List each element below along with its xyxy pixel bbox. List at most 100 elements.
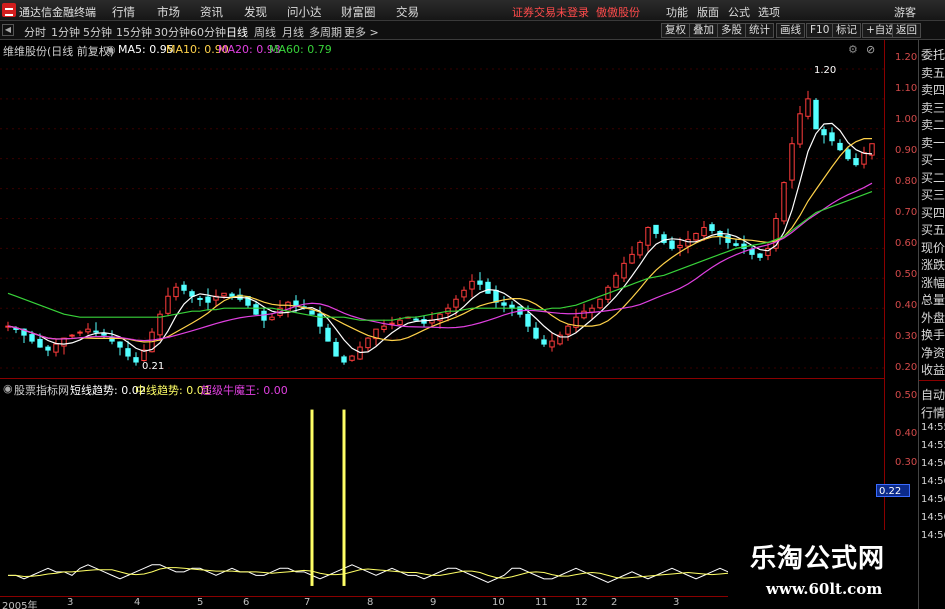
indicator-tick: 0.30 <box>895 457 918 468</box>
period-multi[interactable]: 多周期 <box>309 24 342 40</box>
candle <box>621 256 627 283</box>
period-more[interactable]: 更多 > <box>344 24 379 40</box>
panel-divider <box>919 380 945 381</box>
menu-wealth[interactable]: 财富圈 <box>341 4 376 20</box>
price-tick: 1.00 <box>895 114 918 125</box>
candle <box>437 313 443 329</box>
period-30min[interactable]: 30分钟 <box>154 24 190 40</box>
candle <box>45 344 51 357</box>
tick-time: 14:55 <box>921 440 945 451</box>
period-1min[interactable]: 1分钟 <box>51 24 80 40</box>
price-tick: 0.50 <box>895 269 918 280</box>
candle <box>837 139 843 152</box>
quote-label: 换手 <box>921 328 945 342</box>
candle <box>85 323 91 335</box>
indicator-tick: 0.40 <box>895 428 918 439</box>
guest-label[interactable]: 游客 <box>894 4 916 20</box>
period-60min[interactable]: 60分钟 <box>190 24 226 40</box>
candle <box>229 292 235 300</box>
period-day[interactable]: 日线 <box>226 24 248 40</box>
login-status[interactable]: 证券交易未登录 傲傲股份 <box>512 4 640 20</box>
menu-function[interactable]: 功能 <box>666 4 688 20</box>
menu-ask[interactable]: 问小达 <box>287 4 322 20</box>
stats-button[interactable]: 统计 <box>745 23 774 38</box>
quote-label: 买五 <box>921 223 945 237</box>
quote-label: 收益 <box>921 363 945 377</box>
date-tick: 2 <box>611 597 618 608</box>
quote-label: 卖四 <box>921 83 945 97</box>
tick-time: 14:55 <box>921 422 945 433</box>
quote-label: 现价 <box>921 240 945 255</box>
period-toolbar: ◀ 分时 1分钟 5分钟 15分钟 30分钟 60分钟 日线 周线 月线 多周期… <box>0 21 945 40</box>
candle <box>173 282 179 301</box>
period-15min[interactable]: 15分钟 <box>116 24 152 40</box>
low-price-label: 0.21 <box>142 361 164 372</box>
price-tick: 0.80 <box>895 176 918 187</box>
date-tick: 5 <box>197 597 204 608</box>
candle <box>789 136 795 189</box>
menu-options[interactable]: 选项 <box>758 4 780 20</box>
current-value-tag: 0.22 <box>876 484 910 497</box>
menu-quotes[interactable]: 行情 <box>112 4 135 20</box>
back-arrow-icon[interactable]: ◀ <box>2 24 14 36</box>
return-button[interactable]: 返回 <box>892 23 921 38</box>
menu-market[interactable]: 市场 <box>157 4 180 20</box>
candle <box>461 286 467 302</box>
candle <box>853 153 859 167</box>
overlay-button[interactable]: 叠加 <box>689 23 718 38</box>
price-axis: 1.20 1.10 1.00 0.90 0.80 0.70 0.60 0.50 … <box>884 40 918 596</box>
quote-label: 卖二 <box>921 118 945 132</box>
candle <box>77 330 83 337</box>
date-tick: 10 <box>492 597 505 608</box>
app-logo-icon <box>2 3 16 17</box>
menu-formula[interactable]: 公式 <box>728 4 750 20</box>
candle <box>613 272 619 288</box>
menu-layout[interactable]: 版面 <box>697 4 719 20</box>
f10-button[interactable]: F10 <box>806 23 834 38</box>
candle <box>141 344 147 362</box>
signal-bar <box>310 409 314 586</box>
date-tick: 3 <box>67 597 74 608</box>
candle <box>861 146 867 169</box>
mark-button[interactable]: 标记 <box>832 23 861 38</box>
candle <box>485 278 491 294</box>
auto-quote-label[interactable]: 自动 <box>921 386 945 403</box>
period-week[interactable]: 周线 <box>254 24 276 40</box>
candle <box>445 303 451 322</box>
quote-label: 涨幅 <box>921 275 945 290</box>
candle <box>813 98 819 130</box>
quote-label: 净资 <box>921 345 945 360</box>
period-5min[interactable]: 5分钟 <box>83 24 112 40</box>
quote-label: 外盘 <box>921 310 945 325</box>
multi-stock-button[interactable]: 多股 <box>717 23 746 38</box>
tick-time: 14:56 <box>921 476 945 487</box>
candle <box>829 127 835 146</box>
period-tick[interactable]: 分时 <box>24 24 46 40</box>
menu-trade[interactable]: 交易 <box>396 4 419 20</box>
period-month[interactable]: 月线 <box>282 24 304 40</box>
price-tick: 0.70 <box>895 207 918 218</box>
candle <box>333 338 339 357</box>
auto-quote-label[interactable]: 行情 <box>921 404 945 421</box>
price-tick: 0.40 <box>895 300 918 311</box>
draw-button[interactable]: 画线 <box>776 23 805 38</box>
candle <box>477 272 483 290</box>
candle <box>637 240 643 259</box>
menu-news[interactable]: 资讯 <box>200 4 223 20</box>
kline-chart[interactable]: 维维股份(日线 前复权) ◉ MA5: 0.95 MA10: 0.90 MA20… <box>0 40 884 378</box>
candle <box>389 316 395 330</box>
date-tick: 3 <box>673 597 680 608</box>
candle <box>117 341 123 356</box>
menu-discover[interactable]: 发现 <box>244 4 267 20</box>
candle <box>661 231 667 245</box>
candle <box>341 354 347 365</box>
watermark-title: 乐淘公式网 <box>750 544 886 574</box>
candle <box>597 298 603 310</box>
indicator-tick: 0.50 <box>895 390 918 401</box>
candle <box>757 252 763 261</box>
app-title: 通达信金融终端 <box>19 6 96 19</box>
quote-label: 买二 <box>921 170 945 185</box>
candle <box>629 246 635 264</box>
adjust-button[interactable]: 复权 <box>661 23 690 38</box>
price-tick: 0.20 <box>895 362 918 373</box>
